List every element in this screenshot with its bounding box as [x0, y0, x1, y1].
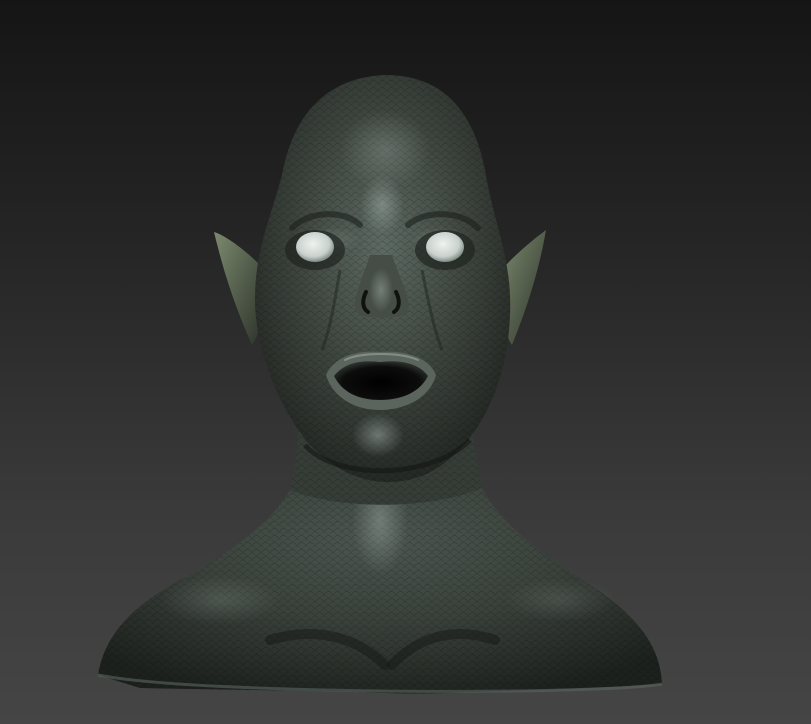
creature-bust-render [97, 75, 663, 694]
left-eye [296, 232, 334, 262]
right-eye [426, 232, 464, 262]
sculpt-viewport[interactable] [0, 0, 811, 724]
